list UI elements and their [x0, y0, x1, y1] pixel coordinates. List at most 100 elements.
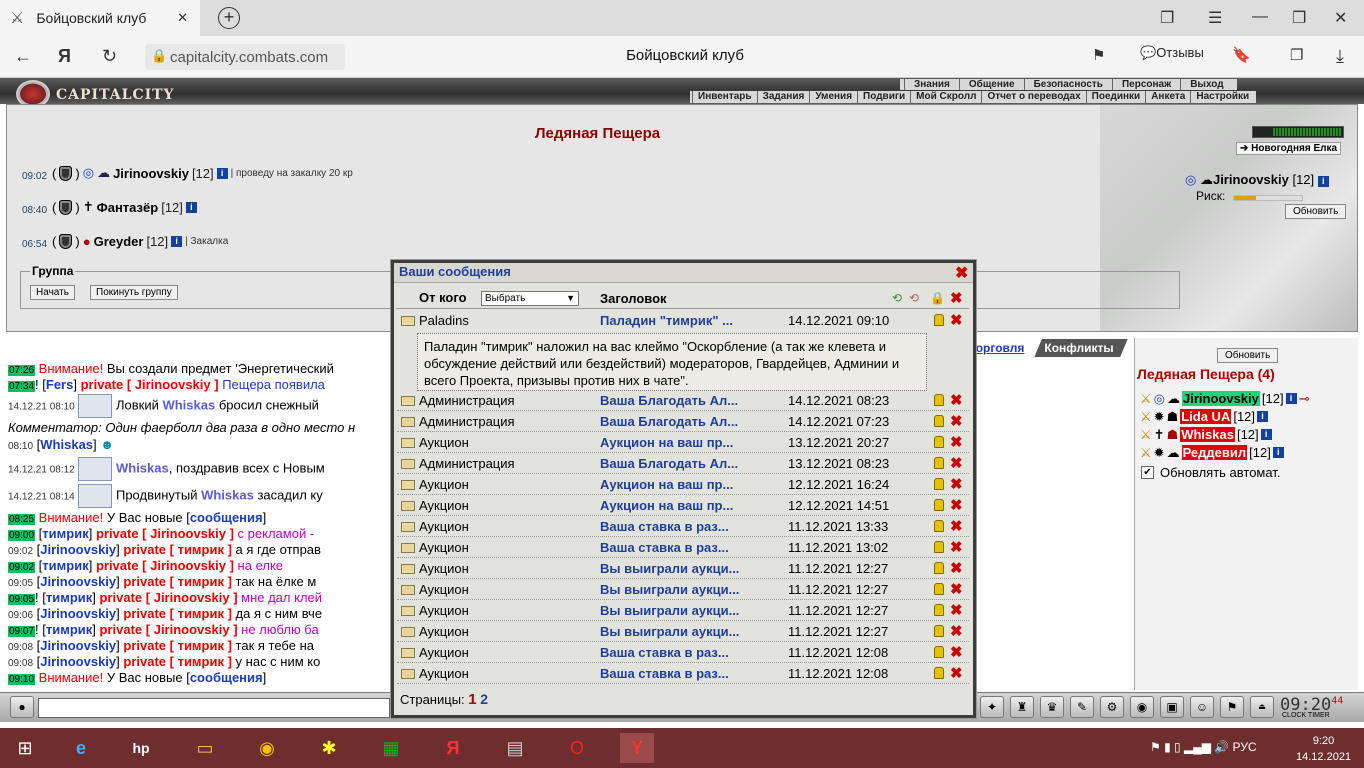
message-row[interactable]: Аукцион Аукцион на ваш пр... 12.12.2021 16…: [397, 475, 969, 495]
exit-icon[interactable]: ⏏: [1250, 696, 1274, 718]
message-subject[interactable]: Ваша Благодать Ал...: [600, 456, 780, 471]
start-button[interactable]: Начать: [30, 285, 75, 300]
lock-icon[interactable]: [934, 499, 944, 511]
chrome-icon[interactable]: ◉: [250, 733, 284, 763]
message-subject[interactable]: Ваша ставка в раз...: [600, 645, 780, 660]
delete-icon[interactable]: ✖: [950, 433, 963, 451]
info-icon[interactable]: i: [216, 167, 228, 179]
leave-group-button[interactable]: Покинуть группу: [90, 285, 178, 300]
app-icon[interactable]: ✱: [312, 733, 346, 763]
message-subject[interactable]: Ваша ставка в раз...: [600, 519, 780, 534]
delete-icon[interactable]: ✖: [950, 391, 963, 409]
message-row[interactable]: Аукцион Ваша ставка в раз... 11.12.2021 13…: [397, 517, 969, 537]
submenu-feats[interactable]: Подвиги: [857, 91, 910, 103]
message-row[interactable]: Аукцион Ваша ставка в раз... 11.12.2021 12…: [397, 664, 969, 684]
online-refresh-button[interactable]: Обновить: [1217, 348, 1279, 363]
submenu-skills[interactable]: Умения: [809, 91, 857, 103]
message-subject[interactable]: Аукцион на ваш пр...: [600, 498, 780, 513]
message-row[interactable]: Аукцион Вы выиграли аукци... 11.12.2021 12…: [397, 601, 969, 621]
inventory-icon[interactable]: ▣: [1160, 696, 1184, 718]
calculator-icon[interactable]: ▤: [498, 733, 532, 763]
delete-icon[interactable]: ✖: [950, 517, 963, 535]
page-next-link[interactable]: 2: [480, 691, 488, 707]
new-year-tree-link[interactable]: ➔ Новогодняя Елка: [1236, 142, 1342, 155]
attack-icon[interactable]: ⚔: [1140, 445, 1152, 461]
shield-icon[interactable]: [59, 165, 73, 181]
bag-icon[interactable]: ♜: [1010, 696, 1034, 718]
lock-icon[interactable]: [934, 667, 944, 679]
delete-icon[interactable]: ✖: [950, 622, 963, 640]
windows-start-icon[interactable]: ⊞: [8, 733, 42, 763]
auto-refresh-checkbox[interactable]: ✔: [1141, 466, 1154, 479]
lock-all-icon[interactable]: 🔒: [930, 291, 945, 305]
lock-icon[interactable]: [934, 394, 944, 406]
message-row[interactable]: Аукцион Ваша ставка в раз... 11.12.2021 13…: [397, 538, 969, 558]
player-name[interactable]: Jirinoovskiy: [113, 166, 189, 181]
tab-list-icon[interactable]: ❐: [1160, 8, 1174, 28]
online-user-name[interactable]: Lida UA: [1180, 409, 1232, 424]
submenu-scroll[interactable]: Мой Скролл: [910, 91, 981, 103]
reviews-button[interactable]: 💬Отзывы: [1140, 45, 1204, 61]
chat-input[interactable]: [38, 698, 390, 718]
lock-icon[interactable]: [934, 457, 944, 469]
collections-icon[interactable]: ❐: [1290, 46, 1303, 64]
message-subject[interactable]: Вы выиграли аукци...: [600, 603, 780, 618]
chat-mode-icon[interactable]: ●: [10, 696, 34, 718]
submenu-inventory[interactable]: Инвентарь: [692, 91, 757, 103]
reload-icon[interactable]: ↻: [102, 46, 117, 67]
delete-icon[interactable]: ✖: [950, 538, 963, 556]
message-row[interactable]: Администрация Ваша Благодать Ал... 14.12.2…: [397, 412, 969, 432]
menu-knowledge[interactable]: Знания: [904, 79, 959, 90]
yandex-active-icon[interactable]: Y: [620, 733, 654, 763]
delete-icon[interactable]: ✖: [950, 496, 963, 514]
yandex-icon[interactable]: Я: [58, 46, 71, 67]
mark-unread-icon[interactable]: ⟲: [909, 291, 919, 305]
message-subject[interactable]: Аукцион на ваш пр...: [600, 435, 780, 450]
language-indicator[interactable]: РУС: [1233, 740, 1257, 754]
lock-icon[interactable]: [934, 583, 944, 595]
shield-icon[interactable]: [59, 199, 73, 215]
translate-icon[interactable]: ⚑: [1092, 46, 1105, 64]
message-subject[interactable]: Вы выиграли аукци...: [600, 624, 780, 639]
message-row[interactable]: Аукцион Ваша ставка в раз... 11.12.2021 12…: [397, 643, 969, 663]
message-row[interactable]: Аукцион Аукцион на ваш пр... 12.12.2021 14…: [397, 496, 969, 516]
message-subject[interactable]: Ваша Благодать Ал...: [600, 393, 780, 408]
player-name[interactable]: Фантазёр: [97, 200, 159, 215]
info-icon[interactable]: i: [171, 235, 183, 247]
bookmark-icon[interactable]: 🔖: [1232, 46, 1251, 64]
lock-icon[interactable]: [934, 541, 944, 553]
file-explorer-icon[interactable]: ▭: [188, 733, 222, 763]
url-field[interactable]: 🔒 capitalcity.combats.com: [145, 44, 345, 70]
message-subject[interactable]: Вы выиграли аукци...: [600, 582, 780, 597]
message-subject[interactable]: Аукцион на ваш пр...: [600, 477, 780, 492]
settings-tool-icon[interactable]: ⚙: [1100, 696, 1124, 718]
tab-conflicts[interactable]: Конфликты: [1034, 339, 1128, 357]
menu-icon[interactable]: ☰: [1208, 8, 1222, 28]
submenu-battles[interactable]: Поединки: [1085, 91, 1146, 103]
submenu-transfers[interactable]: Отчет о переводах: [981, 91, 1085, 103]
new-tab-button[interactable]: +: [218, 7, 240, 29]
delete-icon[interactable]: ✖: [950, 454, 963, 472]
attack-icon[interactable]: ⚔: [1140, 427, 1152, 443]
lock-icon[interactable]: [934, 314, 944, 326]
lock-icon[interactable]: [934, 436, 944, 448]
refresh-button[interactable]: Обновить: [1285, 204, 1347, 219]
info-icon[interactable]: i: [1260, 429, 1272, 440]
flag-icon[interactable]: ⚑: [1220, 696, 1244, 718]
lock-icon[interactable]: [934, 415, 944, 427]
submenu-quests[interactable]: Задания: [756, 91, 810, 103]
delete-all-icon[interactable]: ✖: [950, 289, 963, 307]
lock-icon[interactable]: [934, 478, 944, 490]
message-row[interactable]: Аукцион Вы выиграли аукци... 11.12.2021 12…: [397, 622, 969, 642]
edge-icon[interactable]: e: [64, 733, 98, 763]
yandex-browser-icon[interactable]: Я: [436, 733, 470, 763]
delete-icon[interactable]: ✖: [950, 580, 963, 598]
fight-icon[interactable]: ✦: [980, 696, 1004, 718]
tab-trade[interactable]: торговля: [970, 339, 1034, 357]
delete-icon[interactable]: ✖: [950, 475, 963, 493]
info-icon[interactable]: i: [1285, 393, 1297, 404]
shield-icon[interactable]: [59, 233, 73, 249]
lock-icon[interactable]: [934, 625, 944, 637]
message-row[interactable]: Администрация Ваша Благодать Ал... 14.12.2…: [397, 391, 969, 411]
attack-icon[interactable]: ⚔: [1140, 409, 1152, 425]
